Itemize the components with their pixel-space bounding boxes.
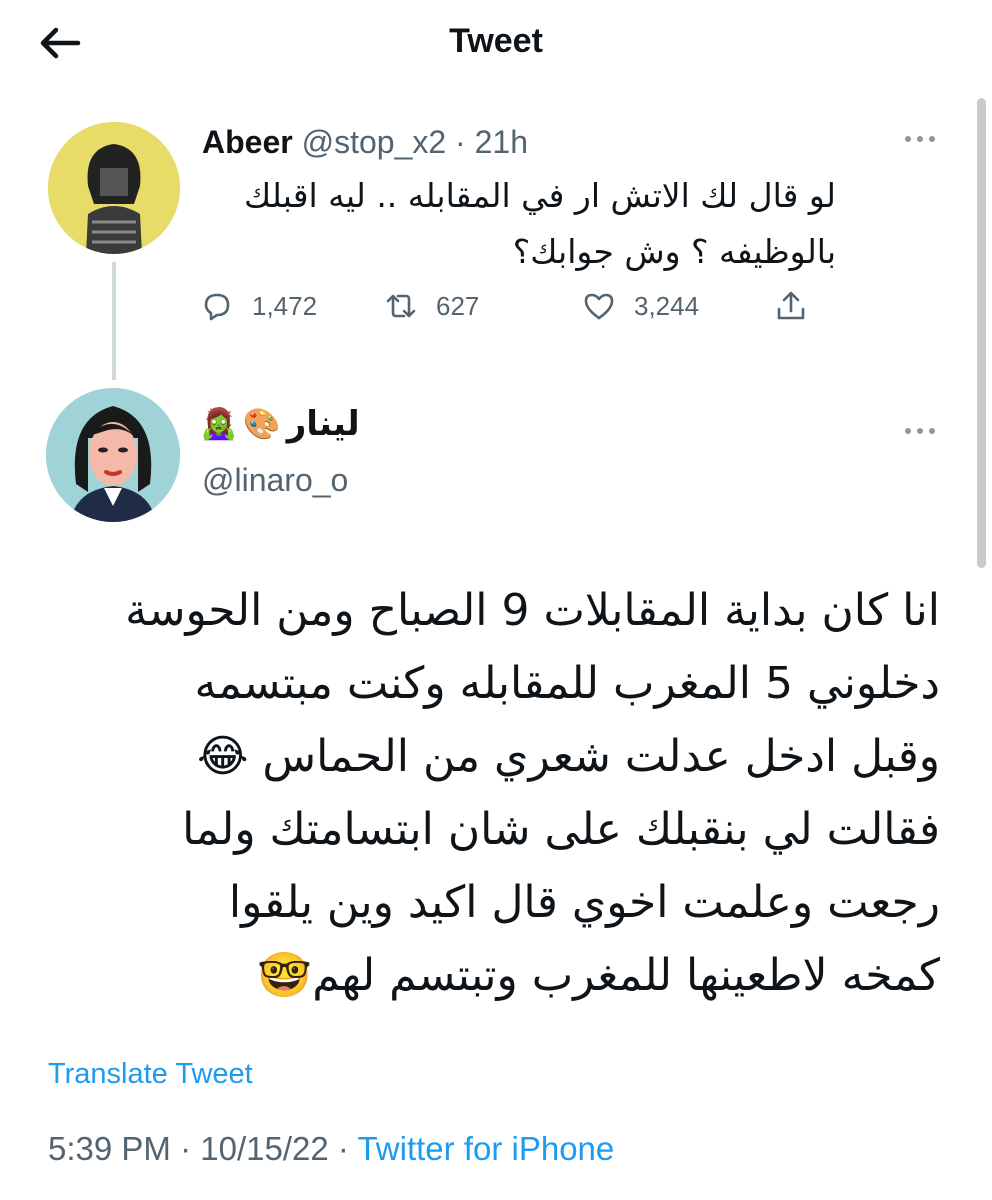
main-tweet-text: انا كان بداية المقابلات 9 الصباح ومن الح…: [60, 574, 940, 1012]
author-handle[interactable]: @linaro_o: [202, 462, 348, 499]
avatar-image: [48, 122, 180, 254]
text-line: فقالت لي بنقبلك على شان ابتسامتك ولما: [182, 804, 940, 855]
translate-tweet-link[interactable]: Translate Tweet: [48, 1058, 253, 1091]
reply-icon: [204, 293, 230, 321]
thread-connector-line: [112, 262, 116, 380]
separator-dot: ·: [180, 1130, 192, 1167]
heart-icon: [584, 293, 614, 320]
separator-dot: ·: [337, 1130, 349, 1167]
reply-button[interactable]: 1,472: [200, 286, 317, 326]
tweet-time[interactable]: 21h: [475, 124, 528, 160]
avatar[interactable]: [46, 388, 180, 522]
author-name[interactable]: Abeer: [202, 124, 293, 160]
more-options-icon[interactable]: [900, 132, 940, 146]
text-line: دخلوني 5 المغرب للمقابله وكنت مبتسمه: [194, 658, 941, 709]
author-handle[interactable]: @stop_x2: [302, 124, 447, 160]
text-line: رجعت وعلمت اخوي قال اكيد وين يلقوا: [228, 877, 940, 928]
like-count: 3,244: [634, 290, 700, 321]
timestamp-date[interactable]: 10/15/22: [200, 1130, 328, 1167]
retweet-button[interactable]: 627: [384, 286, 479, 326]
palette-emoji-icon: 🎨: [243, 406, 281, 442]
top-bar: Tweet: [0, 0, 992, 88]
text-line: بالوظيفه ؟ وش جوابك؟: [512, 232, 836, 271]
avatar-image: [46, 388, 180, 522]
parent-tweet-author[interactable]: Abeer @stop_x2 · 21h: [202, 124, 528, 161]
parent-tweet-text: لو قال لك الاتش ار في المقابله .. ليه اق…: [196, 168, 836, 280]
tweet-timestamp: 5:39 PM · 10/15/22 · Twitter for iPhone: [48, 1130, 614, 1168]
retweet-icon: [386, 294, 416, 318]
share-button[interactable]: [774, 286, 808, 326]
timestamp-time[interactable]: 5:39 PM: [48, 1130, 171, 1167]
avatar[interactable]: [48, 122, 180, 254]
zombie-emoji-icon: 🧟‍♀️: [200, 406, 238, 442]
share-icon: [777, 291, 805, 320]
more-options-icon[interactable]: [900, 424, 940, 438]
tweet-source-link[interactable]: Twitter for iPhone: [357, 1130, 614, 1167]
scrollbar[interactable]: [977, 98, 986, 568]
text-line: وقبل ادخل عدلت شعري من الحماس 😂: [197, 731, 940, 782]
separator-dot: ·: [455, 124, 466, 160]
text-line: انا كان بداية المقابلات 9 الصباح ومن الح…: [125, 585, 940, 636]
like-button[interactable]: 3,244: [582, 286, 699, 326]
retweet-count: 627: [436, 290, 480, 321]
text-line: كمخه لاطعينها للمغرب وتبتسم لهم🤓: [257, 950, 940, 1001]
reply-count: 1,472: [252, 290, 318, 321]
author-name[interactable]: لينار: [287, 404, 360, 444]
text-line: لو قال لك الاتش ار في المقابله .. ليه اق…: [244, 176, 836, 215]
main-tweet-author-name[interactable]: 🧟‍♀️ 🎨 لينار: [200, 404, 360, 444]
page-title: Tweet: [449, 22, 543, 60]
